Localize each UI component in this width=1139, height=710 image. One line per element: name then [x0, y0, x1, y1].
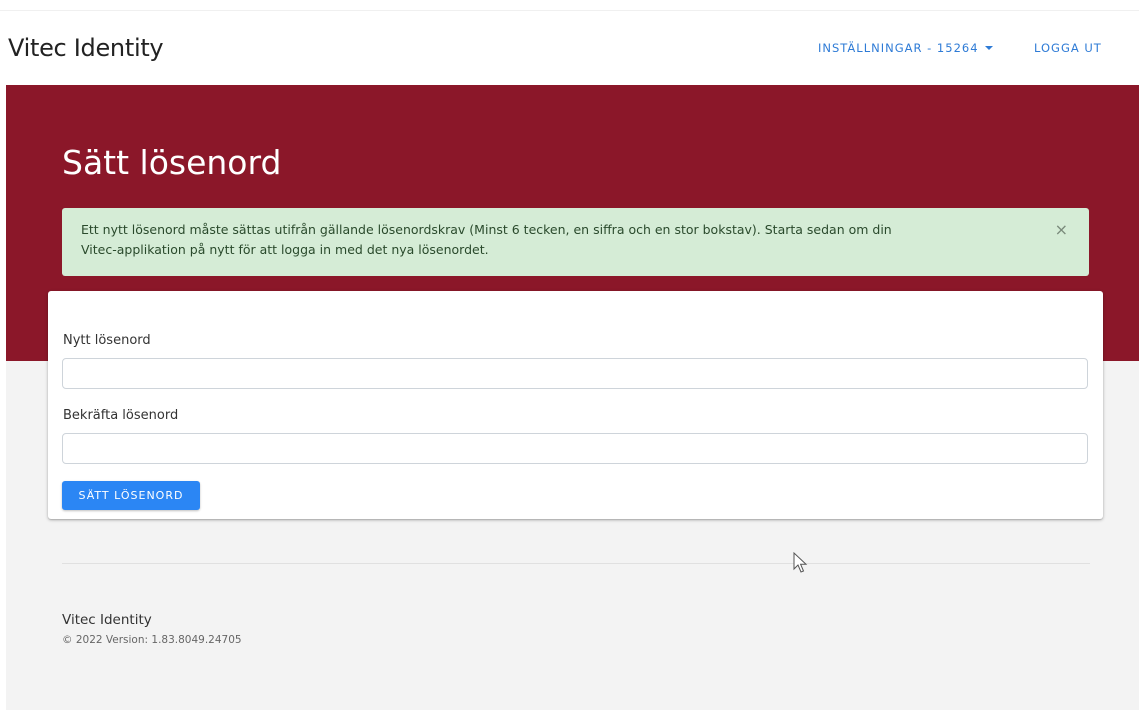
confirm-password-label: Bekräfta lösenord [63, 408, 179, 423]
settings-label: INSTÄLLNINGAR - 15264 [818, 41, 979, 55]
top-strip [0, 0, 1139, 10]
alert-message-line-2: Vitec-applikation på nytt för att logga … [81, 242, 489, 257]
footer-divider [62, 563, 1090, 564]
password-form-card: Nytt lösenord Bekräfta lösenord SÄTT LÖS… [48, 291, 1103, 519]
close-icon[interactable]: × [1055, 220, 1068, 240]
alert-message-line-1: Ett nytt lösenord måste sättas utifrån g… [81, 222, 892, 237]
logout-link[interactable]: LOGGA UT [1034, 41, 1102, 55]
settings-dropdown[interactable]: INSTÄLLNINGAR - 15264 [818, 41, 993, 55]
caret-down-icon [984, 46, 993, 50]
brand-logo[interactable]: Vitec Identity [8, 34, 164, 62]
page-title: Sätt lösenord [62, 143, 282, 182]
new-password-input[interactable] [62, 358, 1088, 389]
set-password-button[interactable]: SÄTT LÖSENORD [62, 481, 200, 510]
footer-title: Vitec Identity [62, 612, 152, 628]
info-alert: Ett nytt lösenord måste sättas utifrån g… [62, 208, 1089, 276]
footer-version: © 2022 Version: 1.83.8049.24705 [62, 634, 242, 646]
navbar: Vitec Identity INSTÄLLNINGAR - 15264 LOG… [0, 10, 1139, 85]
mouse-cursor-icon [793, 551, 809, 581]
confirm-password-input[interactable] [62, 433, 1088, 464]
new-password-label: Nytt lösenord [63, 333, 151, 348]
